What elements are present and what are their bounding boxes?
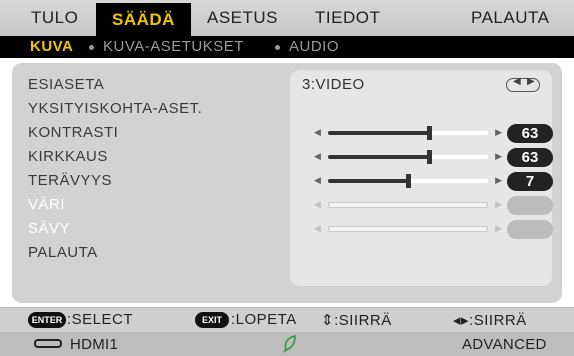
- help-bar: ENTER :SELECT EXIT :LOPETA ⇕:SIIRRÄ ◂▸:S…: [0, 307, 574, 332]
- sharpness-label[interactable]: TERÄVYYS: [28, 172, 112, 189]
- settings-panel: ESIASETA 3:VIDEO ◀ ▶ YKSITYISKOHTA-ASET.…: [12, 63, 562, 303]
- arrow-left-icon: ◀: [314, 175, 321, 185]
- arrow-right-icon: ▶: [495, 151, 502, 161]
- arrow-left-icon: ◀: [314, 223, 321, 233]
- sharpness-thumb[interactable]: [406, 174, 411, 188]
- arrow-right-icon: ▶: [495, 223, 502, 233]
- arrow-right-icon: ▶: [527, 76, 535, 87]
- brightness-fill: [328, 155, 429, 159]
- status-bar: HDMI1 ADVANCED: [0, 332, 574, 356]
- main-tab-bar: TULO SÄÄDÄ ASETUS TIEDOT PALAUTA: [0, 0, 574, 36]
- sharpness-fill: [328, 179, 408, 183]
- brightness-value: 63: [507, 148, 553, 167]
- eco-leaf-icon: [283, 335, 296, 353]
- contrast-label[interactable]: KONTRASTI: [28, 124, 118, 141]
- tab-asetus[interactable]: ASETUS: [207, 8, 278, 28]
- preset-value: 3:VIDEO: [302, 76, 365, 93]
- enter-key-icon: ENTER: [28, 312, 66, 328]
- arrow-right-icon: ▶: [495, 199, 502, 209]
- detail-settings-label[interactable]: YKSITYISKOHTA-ASET.: [28, 100, 202, 117]
- tab-palauta[interactable]: PALAUTA: [471, 8, 549, 28]
- hdmi-connector-icon: [34, 339, 62, 348]
- arrow-left-icon: ◀: [314, 151, 321, 161]
- move-leftright-help-text: ◂▸:SIIRRÄ: [453, 312, 527, 329]
- contrast-value: 63: [507, 124, 553, 143]
- sub-tab-bar: KUVA KUVA-ASETUKSET AUDIO: [0, 36, 574, 58]
- tab-tulo[interactable]: TULO: [31, 8, 78, 28]
- subtab-kuva-asetukset[interactable]: KUVA-ASETUKSET: [103, 38, 244, 55]
- tab-tiedot[interactable]: TIEDOT: [315, 8, 380, 28]
- arrow-left-icon: ◀: [314, 127, 321, 137]
- projector-osd-menu: TULO SÄÄDÄ ASETUS TIEDOT PALAUTA KUVA KU…: [0, 0, 574, 356]
- preset-label[interactable]: ESIASETA: [28, 76, 104, 93]
- hue-value: [507, 220, 553, 239]
- separator-dot: [275, 45, 280, 50]
- contrast-thumb[interactable]: [426, 126, 432, 140]
- preset-selector[interactable]: ◀ ▶: [506, 76, 540, 92]
- subtab-kuva[interactable]: KUVA: [30, 38, 73, 55]
- tab-saada[interactable]: SÄÄDÄ: [96, 3, 191, 36]
- sharpness-value: 7: [507, 172, 553, 191]
- color-label: VÄRI: [28, 196, 66, 213]
- arrow-left-icon: ◀: [314, 199, 321, 209]
- arrow-left-icon: ◀: [513, 76, 521, 87]
- subtab-audio[interactable]: AUDIO: [289, 38, 339, 55]
- arrow-right-icon: ▶: [495, 127, 502, 137]
- color-slider: ◀ ▶: [314, 198, 502, 212]
- contrast-fill: [328, 131, 429, 135]
- arrow-right-icon: ▶: [495, 175, 502, 185]
- exit-key-icon: EXIT: [195, 312, 229, 328]
- color-value: [507, 196, 553, 215]
- menu-mode: ADVANCED: [462, 336, 547, 353]
- brightness-label[interactable]: KIRKKAUS: [28, 148, 108, 165]
- hue-label: SÄVY: [28, 220, 71, 237]
- separator-dot: [89, 45, 94, 50]
- input-source: HDMI1: [70, 336, 119, 353]
- sharpness-slider[interactable]: ◀ ▶: [314, 174, 502, 188]
- brightness-thumb[interactable]: [426, 150, 432, 164]
- hue-slider: ◀ ▶: [314, 222, 502, 236]
- move-updown-help-text: ⇕:SIIRRÄ: [321, 312, 392, 329]
- reset-label[interactable]: PALAUTA: [28, 244, 98, 261]
- exit-help-text: :LOPETA: [231, 311, 297, 328]
- enter-help-text: :SELECT: [67, 311, 134, 328]
- contrast-slider[interactable]: ◀ ▶: [314, 126, 502, 140]
- brightness-slider[interactable]: ◀ ▶: [314, 150, 502, 164]
